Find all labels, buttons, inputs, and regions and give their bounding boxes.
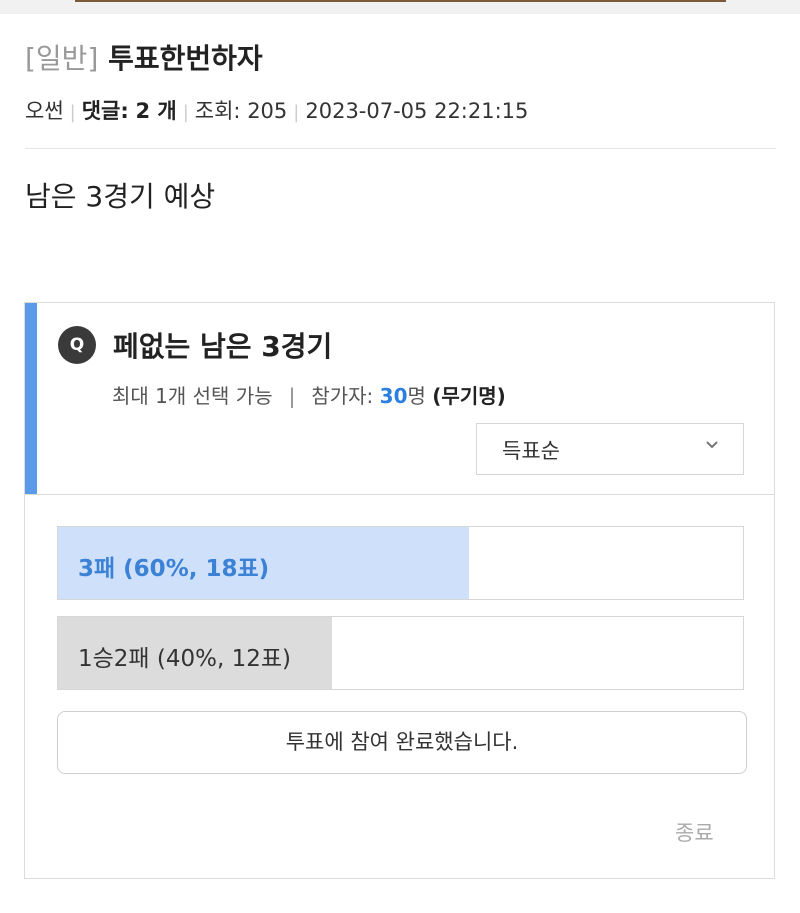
comments-count[interactable]: 2 개 <box>135 99 176 123</box>
chevron-down-icon <box>706 441 718 449</box>
post-title-text: 투표한번하자 <box>108 42 263 75</box>
post-meta: 오썬 | 댓글: 2 개 | 조회: 205 | 2023-07-05 22:21:15 <box>25 95 528 125</box>
poll-accent-bar <box>25 303 37 494</box>
views-count: 205 <box>247 99 288 123</box>
poll-question: 페없는 남은 3경기 <box>113 330 333 363</box>
poll-option-label: 1승2패 (40%, 12표) <box>78 646 292 672</box>
post-datetime: 2023-07-05 22:21:15 <box>305 99 529 123</box>
poll-box: Q 페없는 남은 3경기 최대 1개 선택 가능 | 참가자: 30명 (무기명) … <box>24 302 775 879</box>
question-badge: Q <box>58 326 96 364</box>
meta-separator: | <box>293 102 300 123</box>
end-poll-button[interactable]: 종료 <box>675 817 714 847</box>
anonymous-label: (무기명) <box>432 384 506 408</box>
divider <box>25 148 776 149</box>
post-title: [일반] 투표한번하자 <box>25 37 263 77</box>
poll-option[interactable]: 1승2패 (40%, 12표) <box>57 616 744 690</box>
post-category: [일반] <box>25 42 99 75</box>
comments-label: 댓글: <box>81 99 129 123</box>
info-divider: | <box>288 384 296 408</box>
poll-header: Q 페없는 남은 3경기 최대 1개 선택 가능 | 참가자: 30명 (무기명) … <box>25 303 774 495</box>
sort-select[interactable]: 득표순 <box>476 423 744 475</box>
views-label: 조회: <box>194 99 241 123</box>
participants-count: 30 <box>379 384 408 408</box>
top-image-strip <box>0 0 800 14</box>
meta-separator: | <box>182 102 189 123</box>
post-body: 남은 3경기 예상 <box>25 180 216 213</box>
poll-info: 최대 1개 선택 가능 | 참가자: 30명 (무기명) <box>112 380 506 409</box>
poll-option-label: 3패 (60%, 18표) <box>78 556 270 582</box>
sort-selected-value: 득표순 <box>502 439 560 463</box>
header-image-edge <box>75 0 726 2</box>
participants-label: 참가자: <box>311 384 374 408</box>
participants-unit: 명 <box>407 384 426 408</box>
max-select-text: 최대 1개 선택 가능 <box>112 384 273 408</box>
meta-separator: | <box>69 102 76 123</box>
post-author[interactable]: 오썬 <box>25 99 64 123</box>
vote-completed-button[interactable]: 투표에 참여 완료했습니다. <box>57 711 747 774</box>
poll-option[interactable]: 3패 (60%, 18표) <box>57 526 744 600</box>
